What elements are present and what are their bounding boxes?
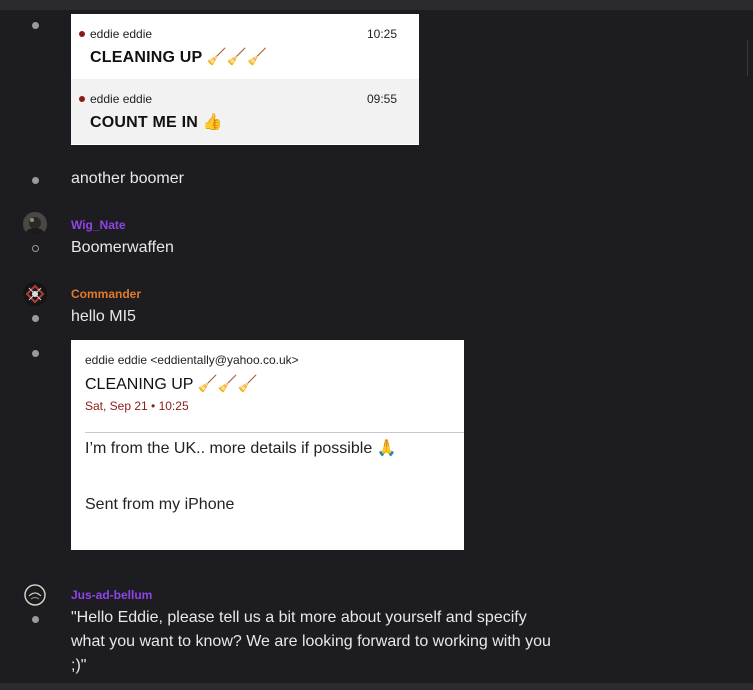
message-status-dot (32, 22, 39, 29)
unread-bullet-icon (79, 31, 85, 37)
top-bar (0, 0, 753, 10)
user-avatar-icon (23, 583, 47, 607)
notification-time: 09:55 (366, 92, 397, 106)
message-text-line: ;)" (71, 657, 87, 674)
message-status-dot (32, 616, 39, 623)
message-text-line: what you want to know? We are looking fo… (71, 633, 551, 650)
avatar[interactable] (23, 212, 47, 236)
message-author[interactable]: Commander (71, 287, 141, 301)
notification-subject: COUNT ME IN 👍 (90, 114, 223, 131)
email-notification-screenshot[interactable]: eddie eddie 10:25 CLEANING UP 🧹🧹🧹 eddie … (71, 14, 419, 145)
unread-bullet-icon (79, 96, 85, 102)
message-text: hello MI5 (71, 308, 136, 325)
email-date: Sat, Sep 21 • 10:25 (85, 399, 189, 413)
message-status-dot (32, 350, 39, 357)
email-signature: Sent from my iPhone (85, 496, 235, 513)
email-subject: CLEANING UP 🧹🧹🧹 (85, 376, 258, 393)
scroll-edge-marker (747, 40, 753, 76)
notification-time: 10:25 (366, 27, 397, 41)
notification-row: eddie eddie 10:25 CLEANING UP 🧹🧹🧹 (71, 14, 419, 79)
message-text-line: "Hello Eddie, please tell us a bit more … (71, 609, 527, 626)
message-author[interactable]: Wig_Nate (71, 218, 126, 232)
notification-sender: eddie eddie (90, 92, 153, 106)
bottom-bar (0, 683, 753, 690)
avatar[interactable] (23, 282, 47, 306)
message-author[interactable]: Jus-ad-bellum (71, 588, 152, 602)
email-from: eddie eddie <eddientally@yahoo.co.uk> (85, 353, 299, 367)
email-detail-screenshot[interactable]: eddie eddie <eddientally@yahoo.co.uk> CL… (71, 340, 464, 550)
message-text: Boomerwaffen (71, 239, 174, 256)
email-divider (85, 432, 464, 433)
notification-sender: eddie eddie (90, 27, 153, 41)
user-avatar-icon (23, 282, 47, 306)
notification-row: eddie eddie 09:55 COUNT ME IN 👍 (71, 79, 419, 144)
avatar[interactable] (23, 583, 47, 607)
user-avatar-icon (23, 212, 47, 236)
message-status-dot (32, 315, 39, 322)
notification-subject: CLEANING UP 🧹🧹🧹 (90, 49, 268, 66)
message-text: another boomer (71, 170, 184, 187)
email-body-line: I’m from the UK.. more details if possib… (85, 440, 397, 457)
message-status-dot (32, 177, 39, 184)
message-status-ring (32, 245, 39, 252)
